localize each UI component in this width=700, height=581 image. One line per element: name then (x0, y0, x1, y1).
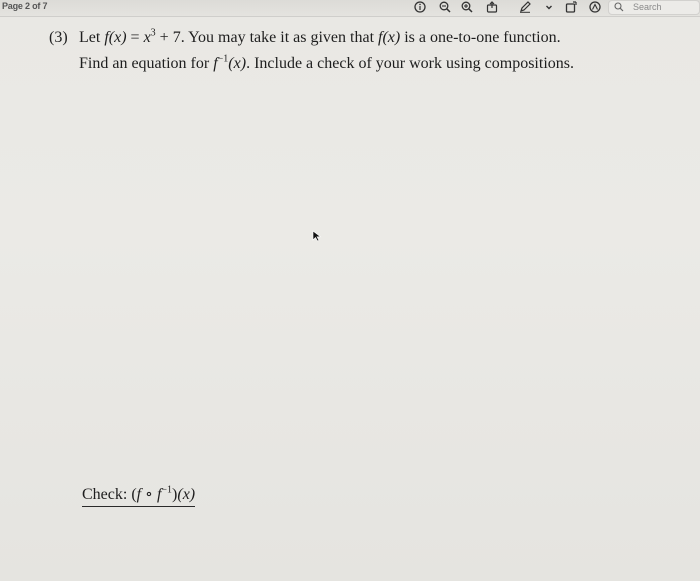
markup-circle-icon[interactable] (589, 1, 601, 13)
window-icon[interactable] (565, 1, 577, 13)
math-f-of-x: f(x) (104, 29, 127, 46)
check-heading: Check: (f ∘ f−1)(x) (82, 485, 196, 507)
share-icon[interactable] (486, 1, 498, 13)
pdf-viewer-screen: Page 2 of 7 Search (3) Let f(x) = x3 + 7… (0, 0, 700, 581)
problem-line-2: Find an equation for f−1(x). Include a c… (79, 53, 574, 72)
page-indicator: Page 2 of 7 (2, 1, 48, 11)
zoom-in-icon[interactable] (461, 1, 473, 13)
search-input[interactable] (633, 1, 695, 13)
chevron-down-icon[interactable] (543, 1, 555, 13)
info-icon[interactable] (414, 1, 426, 13)
search-icon (614, 2, 624, 12)
math-f-of-x: f(x) (378, 29, 401, 46)
zoom-out-icon[interactable] (439, 1, 451, 13)
problem-statement: (3) Let f(x) = x3 + 7. You may take it as… (49, 25, 689, 77)
mouse-cursor-icon (312, 230, 322, 242)
problem-line-1: (3) Let f(x) = x3 + 7. You may take it as… (49, 25, 689, 51)
markup-pen-icon[interactable] (519, 1, 531, 13)
search-field[interactable] (608, 0, 700, 15)
problem-number: (3) (49, 29, 68, 46)
viewer-toolbar: Page 2 of 7 (0, 0, 700, 17)
